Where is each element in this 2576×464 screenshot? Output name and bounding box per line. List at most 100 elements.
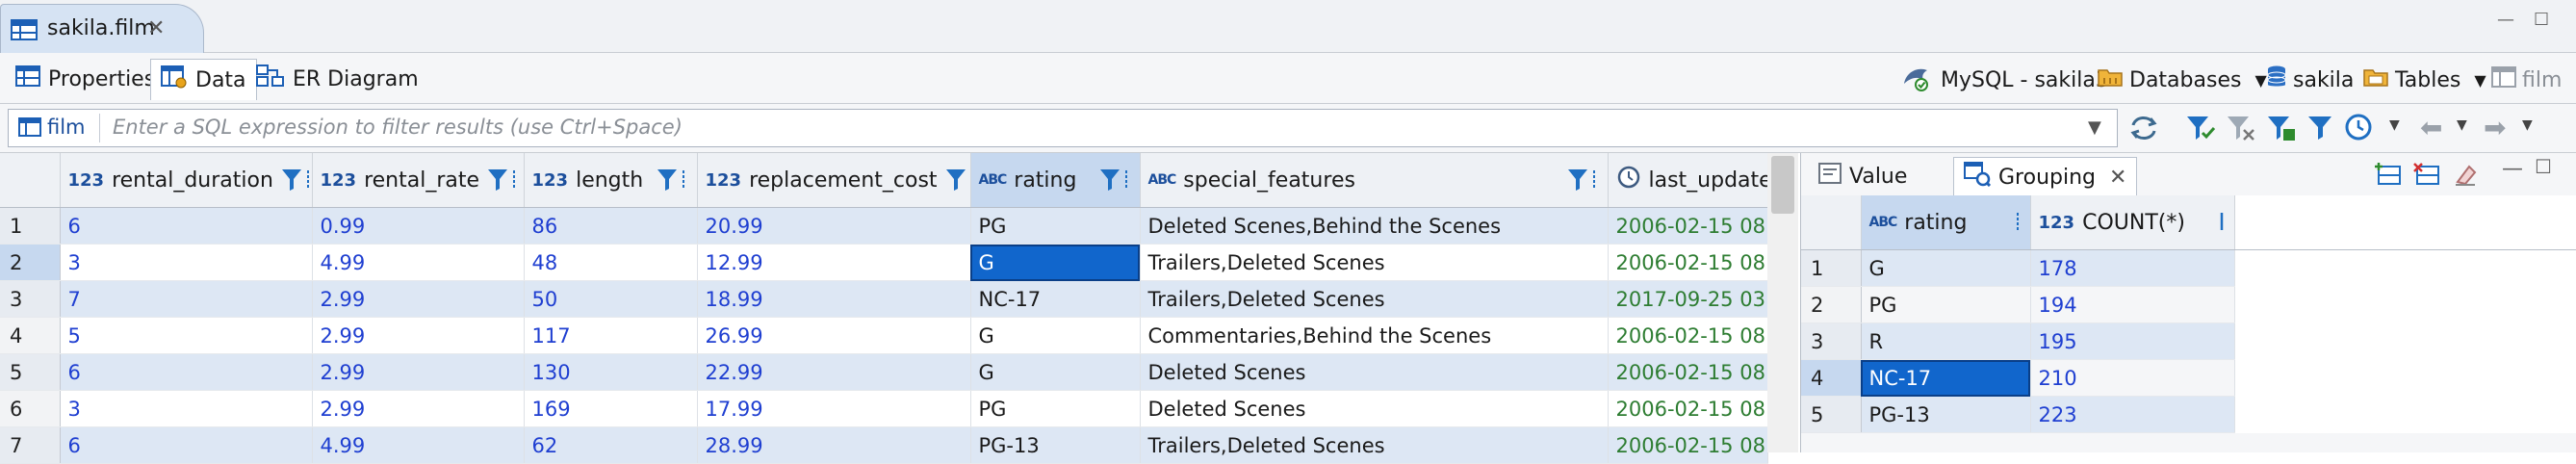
row-number[interactable]: 4 <box>1801 359 1862 397</box>
cell-special-features[interactable]: Trailers,Deleted Scenes <box>1140 426 1609 464</box>
table-row[interactable]: 1 G 178 <box>1801 249 2576 287</box>
chevron-down-icon[interactable]: ▼ <box>2457 117 2467 133</box>
cell-special-features[interactable]: Deleted Scenes <box>1140 390 1609 427</box>
cell-rating[interactable]: G <box>1861 249 2031 287</box>
row-number[interactable]: 1 <box>0 207 61 245</box>
cell-rental-rate[interactable]: 4.99 <box>312 244 525 281</box>
cell-rating[interactable]: PG-13 <box>1861 396 2031 433</box>
filter-clear-icon[interactable] <box>2226 114 2256 147</box>
cell-rating[interactable]: PG-13 <box>970 426 1141 464</box>
row-number[interactable]: 4 <box>0 317 61 354</box>
column-header-last-update[interactable]: last_update <box>1608 153 1768 208</box>
minimize-icon[interactable]: — <box>2502 157 2523 181</box>
filter-save-icon[interactable] <box>2266 114 2297 147</box>
cell-last-update[interactable]: 2006-02-15 08:0 <box>1608 353 1768 391</box>
cell-last-update[interactable]: 2006-02-15 08:0 <box>1608 426 1768 464</box>
forward-arrow-icon[interactable]: ➡ <box>2484 112 2506 143</box>
remove-grouping-column-icon[interactable] <box>2413 161 2442 193</box>
tab-data[interactable]: Data <box>150 59 257 100</box>
scrollbar-thumb[interactable] <box>1771 156 1794 214</box>
row-number[interactable]: 5 <box>0 353 61 391</box>
filter-sort-icon[interactable] <box>945 168 969 193</box>
cell-length[interactable]: 117 <box>524 317 698 354</box>
panel-tab-value[interactable]: Value <box>1809 157 1917 195</box>
cell-rating[interactable]: R <box>1861 322 2031 360</box>
add-grouping-column-icon[interactable] <box>2375 161 2404 193</box>
filter-sort-icon[interactable] <box>281 168 311 193</box>
editor-tab-sakila-film[interactable]: sakila.film ✕ <box>0 4 204 53</box>
chevron-down-icon[interactable]: ▼ <box>2389 117 2400 133</box>
cell-last-update[interactable]: 2017-09-25 03:0 <box>1608 280 1768 318</box>
filter-placeholder[interactable]: Enter a SQL expression to filter results… <box>113 116 683 139</box>
cell-count[interactable]: 195 <box>2030 322 2235 360</box>
cell-special-features[interactable]: Commentaries,Behind the Scenes <box>1140 317 1609 354</box>
cell-rating[interactable]: PG <box>1861 286 2031 323</box>
filter-sort-icon[interactable] <box>487 168 520 193</box>
cell-rating[interactable]: PG <box>970 207 1141 245</box>
minimize-icon[interactable]: — <box>2497 10 2516 30</box>
panel-tab-grouping[interactable]: Grouping ✕ <box>1953 157 2138 196</box>
cell-rating[interactable]: G <box>970 244 1141 281</box>
cell-rental-rate[interactable]: 2.99 <box>312 353 525 391</box>
sort-icon[interactable] <box>2217 210 2227 235</box>
row-number[interactable]: 2 <box>1801 286 1862 323</box>
cell-rental-rate[interactable]: 4.99 <box>312 426 525 464</box>
row-number[interactable]: 6 <box>0 390 61 427</box>
cell-rental-duration[interactable]: 7 <box>60 280 313 318</box>
cell-rental-duration[interactable]: 6 <box>60 353 313 391</box>
filter-apply-icon[interactable] <box>2185 114 2216 147</box>
table-row[interactable]: 6 3 2.99 169 17.99 PG Deleted Scenes 2006-02-15… <box>0 390 1768 427</box>
cell-special-features[interactable]: Deleted Scenes,Behind the Scenes <box>1140 207 1609 245</box>
cell-count[interactable]: 223 <box>2030 396 2235 433</box>
cell-rental-rate[interactable]: 2.99 <box>312 280 525 318</box>
cell-rating[interactable]: NC-17 <box>970 280 1141 318</box>
row-number[interactable]: 1 <box>1801 249 1862 287</box>
history-clock-icon[interactable] <box>2343 112 2376 147</box>
row-number[interactable]: 3 <box>0 280 61 318</box>
filter-icon[interactable] <box>2306 114 2333 147</box>
cell-rental-rate[interactable]: 2.99 <box>312 317 525 354</box>
cell-rating[interactable]: PG <box>970 390 1141 427</box>
filter-sort-icon[interactable] <box>1099 168 1132 193</box>
cell-last-update[interactable]: 2006-02-15 08:0 <box>1608 390 1768 427</box>
cell-replacement-cost[interactable]: 28.99 <box>697 426 971 464</box>
cell-replacement-cost[interactable]: 20.99 <box>697 207 971 245</box>
cell-last-update[interactable]: 2006-02-15 08:0 <box>1608 317 1768 354</box>
cell-replacement-cost[interactable]: 18.99 <box>697 280 971 318</box>
cell-rental-duration[interactable]: 3 <box>60 244 313 281</box>
cell-length[interactable]: 169 <box>524 390 698 427</box>
filter-sort-icon[interactable] <box>657 168 689 193</box>
table-row[interactable]: 4 NC-17 210 <box>1801 359 2576 397</box>
table-row[interactable]: 1 6 0.99 86 20.99 PG Deleted Scenes,Behind the… <box>0 207 1768 245</box>
cell-count[interactable]: 194 <box>2030 286 2235 323</box>
cell-last-update[interactable]: 2006-02-15 08:0 <box>1608 244 1768 281</box>
cell-rating[interactable]: NC-17 <box>1861 359 2031 397</box>
clear-grouping-icon[interactable] <box>2452 161 2479 193</box>
column-header-rental-rate[interactable]: 123 rental_rate <box>312 153 525 208</box>
sort-icon[interactable] <box>2013 210 2022 235</box>
cell-length[interactable]: 48 <box>524 244 698 281</box>
table-row[interactable]: 5 PG-13 223 <box>1801 396 2576 433</box>
tab-er-diagram[interactable]: ER Diagram <box>246 59 428 99</box>
cell-length[interactable]: 50 <box>524 280 698 318</box>
cell-special-features[interactable]: Deleted Scenes <box>1140 353 1609 391</box>
grouping-column-header-count[interactable]: 123 COUNT(*) <box>2030 195 2235 250</box>
cell-rental-duration[interactable]: 3 <box>60 390 313 427</box>
table-row[interactable]: 2 PG 194 <box>1801 286 2576 323</box>
table-row[interactable]: 3 7 2.99 50 18.99 NC-17 Trailers,Deleted Scene… <box>0 280 1768 318</box>
maximize-icon[interactable]: ☐ <box>2534 10 2553 30</box>
cell-last-update[interactable]: 2006-02-15 08:0 <box>1608 207 1768 245</box>
chevron-down-icon[interactable]: ▼ <box>2474 71 2486 90</box>
breadcrumb-table[interactable]: film <box>2491 61 2562 99</box>
table-row[interactable]: 4 5 2.99 117 26.99 G Commentaries,Behind the S… <box>0 317 1768 354</box>
cell-length[interactable]: 130 <box>524 353 698 391</box>
column-header-replacement-cost[interactable]: 123 replacement_cost <box>697 153 971 208</box>
tab-properties[interactable]: Properties <box>6 59 165 99</box>
table-row[interactable]: 3 R 195 <box>1801 322 2576 360</box>
results-grid[interactable]: 123 rental_duration 123 rental_rate 123 … <box>0 153 1768 464</box>
cell-rating[interactable]: G <box>970 317 1141 354</box>
maximize-icon[interactable]: ☐ <box>2535 155 2552 178</box>
grouping-column-header-rating[interactable]: ABC rating <box>1861 195 2031 250</box>
cell-length[interactable]: 86 <box>524 207 698 245</box>
cell-rental-duration[interactable]: 6 <box>60 207 313 245</box>
